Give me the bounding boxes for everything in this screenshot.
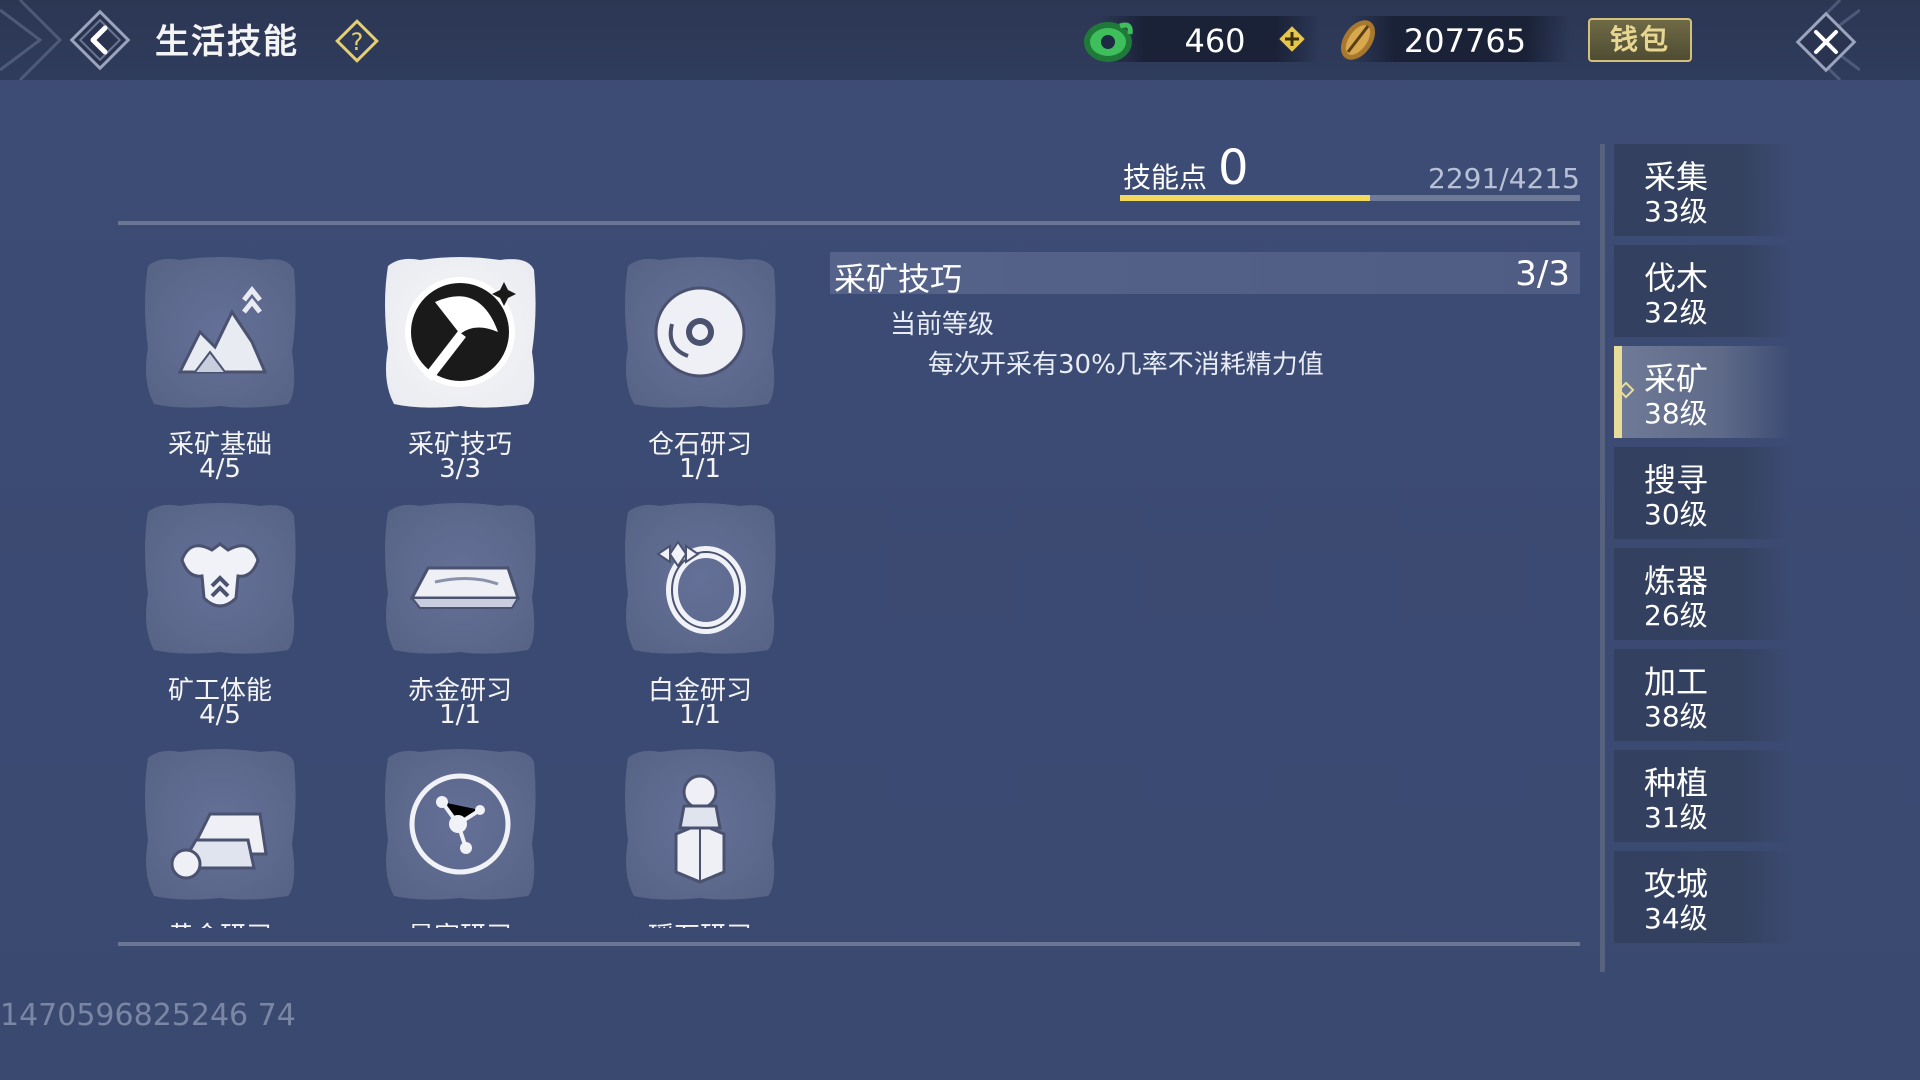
skill-level: 4/5 (199, 454, 241, 484)
player-id: 1470596825246 74 (0, 998, 296, 1033)
svg-text:?: ? (351, 28, 364, 56)
skill-points-label: 技能点 (1123, 161, 1208, 194)
skill-item[interactable]: 仓石研习 1/1 (600, 240, 800, 485)
divider (118, 942, 1580, 946)
skill-detail-title: 采矿技巧 (834, 260, 963, 298)
ore-upgrade-icon (140, 252, 300, 412)
skill-level: 4/5 (199, 700, 241, 730)
category-tab[interactable]: 伐木 32级 (1614, 245, 1792, 337)
skill-grid: 采矿基础 4/5 采矿技巧 3/3 仓石研习 1/1 矿工体能 4/5 赤金研习 1/1 白金研习 1… (120, 240, 820, 928)
category-level: 32级 (1644, 296, 1708, 329)
add-jade-button[interactable] (1277, 24, 1307, 54)
skill-exp-bar-fill (1120, 195, 1370, 201)
shell-coin-icon (1340, 20, 1376, 60)
skill-name: 瑶石研习 (600, 916, 800, 928)
mining-axe-icon (380, 252, 540, 412)
tab-divider (1600, 144, 1605, 972)
constellation-icon (380, 744, 540, 904)
skill-name: 星宿研习 (360, 916, 560, 928)
skill-item[interactable]: 星宿研习 (360, 732, 560, 928)
plus-icon (1279, 26, 1305, 52)
skill-item[interactable]: 黄金研习 (120, 732, 320, 928)
jade-currency: 460 (1080, 10, 1320, 68)
jade-amount: 460 (1184, 22, 1246, 60)
skill-item[interactable]: 白金研习 1/1 (600, 486, 800, 731)
gold-ingot-icon (140, 744, 300, 904)
lion-seal-icon (620, 744, 780, 904)
top-bar: 生活技能 ? 460 207765 钱包 (0, 0, 1920, 80)
category-level: 30级 (1644, 498, 1708, 531)
page-title: 生活技能 (155, 22, 299, 62)
category-tab[interactable]: 炼器 26级 (1614, 548, 1792, 640)
category-tab[interactable]: 采矿 38级 (1614, 346, 1792, 438)
category-level: 34级 (1644, 902, 1708, 935)
skill-item[interactable]: 采矿基础 4/5 (120, 240, 320, 485)
category-level: 26级 (1644, 599, 1708, 632)
skill-item[interactable]: 采矿技巧 3/3 (360, 240, 560, 485)
coin-amount: 207765 (1403, 22, 1527, 60)
skill-item[interactable]: 瑶石研习 (600, 732, 800, 928)
skill-level: 3/3 (439, 454, 481, 484)
jade-icon (1084, 22, 1133, 62)
skill-points-value: 0 (1218, 140, 1249, 196)
question-icon: ? (335, 19, 379, 63)
divider (118, 221, 1580, 225)
skill-exp-text: 2291/4215 (1428, 162, 1580, 195)
skill-level: 1/1 (679, 700, 721, 730)
coin-currency: 207765 (1330, 10, 1570, 68)
category-level: 38级 (1644, 397, 1708, 430)
category-tab[interactable]: 采集 33级 (1614, 144, 1792, 236)
close-button[interactable] (1790, 6, 1862, 78)
close-icon (1795, 11, 1857, 73)
wallet-button[interactable]: 钱包 (1588, 18, 1692, 62)
category-tab[interactable]: 种植 31级 (1614, 750, 1792, 842)
jade-disc-icon (620, 252, 780, 412)
category-tab[interactable]: 搜寻 30级 (1614, 447, 1792, 539)
strength-icon (140, 498, 300, 658)
category-level: 33级 (1644, 195, 1708, 228)
skill-level: 1/1 (679, 454, 721, 484)
skill-item[interactable]: 赤金研习 1/1 (360, 486, 560, 731)
ring-icon (620, 498, 780, 658)
skill-item[interactable]: 矿工体能 4/5 (120, 486, 320, 731)
back-arrow-icon (69, 9, 131, 71)
category-tab[interactable]: 加工 38级 (1614, 649, 1792, 741)
skill-detail-subheading: 当前等级 (890, 310, 995, 340)
category-level: 38级 (1644, 700, 1708, 733)
skill-detail-level: 3/3 (1515, 254, 1570, 294)
back-button[interactable] (66, 6, 134, 74)
skill-name: 黄金研习 (120, 916, 320, 928)
help-button[interactable]: ? (334, 18, 380, 64)
skill-exp-bar (1120, 195, 1580, 201)
category-level: 31级 (1644, 801, 1708, 834)
skill-level: 1/1 (439, 700, 481, 730)
life-skills-screen: 生活技能 ? 460 207765 钱包 技能点 0 2291/4215 采矿基… (0, 0, 1920, 1080)
category-tab[interactable]: 攻城 34级 (1614, 851, 1792, 943)
skill-detail-header: 采矿技巧 3/3 (830, 252, 1580, 298)
skill-detail-description: 每次开采有30%几率不消耗精力值 (928, 350, 1324, 380)
gold-bar-icon (380, 498, 540, 658)
